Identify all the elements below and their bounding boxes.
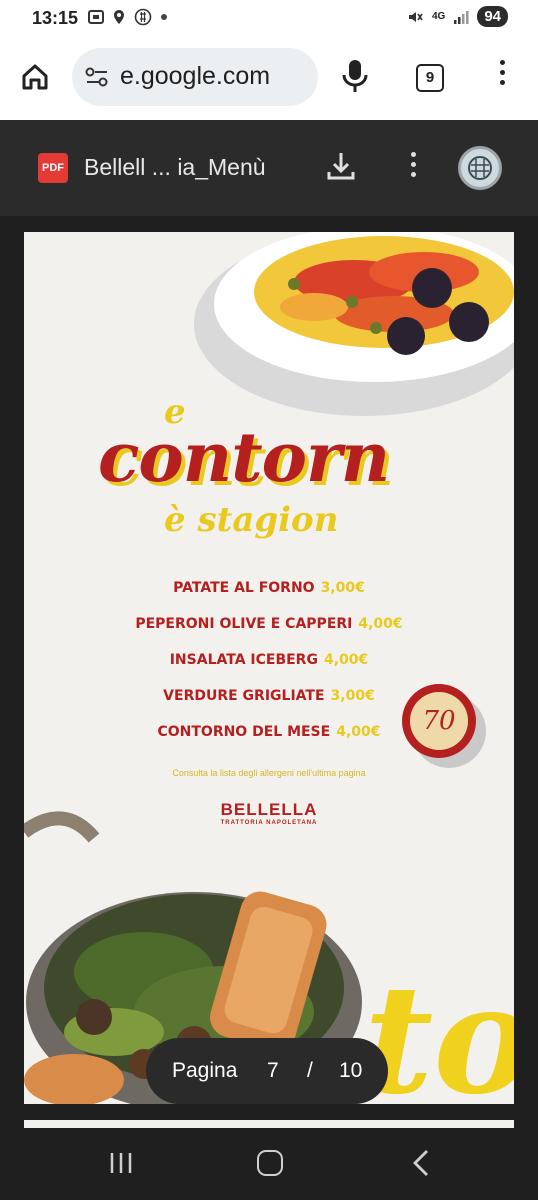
status-time: 13:15 — [32, 8, 79, 28]
allergen-note: Consulta la lista degli allergeni nell'u… — [172, 768, 366, 778]
status-bar: 13:15 4G 94 — [0, 0, 538, 36]
recents-button[interactable] — [108, 1150, 134, 1181]
voice-search-button[interactable] — [340, 58, 370, 101]
browser-menu-button[interactable] — [492, 60, 512, 94]
menu-heading: contorn — [98, 418, 390, 498]
download-button[interactable] — [326, 150, 356, 187]
system-home-button[interactable] — [257, 1150, 283, 1176]
page-indicator: Pagina 7 / 10 — [146, 1038, 388, 1104]
menu-item-price: 3,00€ — [320, 580, 365, 596]
pdf-page: e contorn è stagion PATATE AL FORNO 3,00€… — [24, 232, 514, 1104]
menu-item: INSALATA ICEBERG 4,00€ — [24, 652, 514, 688]
back-icon — [413, 1150, 428, 1176]
peppers-dish-image — [194, 232, 514, 416]
next-page-edge — [24, 1120, 514, 1128]
menu-item-name: INSALATA ICEBERG — [169, 652, 318, 668]
url-bar[interactable]: e.google.com — [72, 48, 318, 106]
menu-item-name: CONTORNO DEL MESE — [157, 724, 331, 740]
menu-item-name: PEPERONI OLIVE E CAPPERI — [135, 616, 353, 632]
pdf-more-options-button[interactable] — [403, 152, 423, 186]
pdf-file-icon: PDF — [38, 153, 68, 183]
hashtag-icon — [134, 8, 152, 26]
battery-indicator: 94 — [477, 6, 508, 27]
screenshot-icon — [88, 10, 104, 24]
network-label: 4G — [431, 11, 446, 22]
back-button[interactable] — [410, 1148, 432, 1183]
browser-toolbar: e.google.com 9 — [0, 36, 538, 120]
microphone-icon — [342, 60, 368, 92]
menu-item-price: 4,00€ — [336, 724, 381, 740]
screen: 13:15 4G 94 e.google.com 9 PDF Bellell .… — [0, 0, 538, 1200]
decorative-script-text: to — [364, 952, 514, 1104]
menu-item: PEPERONI OLIVE E CAPPERI 4,00€ — [24, 616, 514, 652]
menu-item-price: 4,00€ — [323, 652, 369, 668]
tombola-number-badge: 70 — [402, 684, 476, 758]
signal-icon — [454, 10, 469, 24]
page-separator: / — [307, 1059, 313, 1082]
menu-item-name: PATATE AL FORNO — [173, 580, 315, 596]
pdf-viewer[interactable]: e contorn è stagion PATATE AL FORNO 3,00€… — [0, 216, 538, 1128]
menu-item-name: VERDURE GRIGLIATE — [163, 688, 325, 704]
page-indicator-label: Pagina — [172, 1059, 238, 1082]
system-navigation-bar — [0, 1128, 538, 1200]
current-page-number: 7 — [267, 1059, 279, 1082]
status-system-icons: 4G 94 — [406, 6, 508, 27]
tombola-number: 70 — [410, 692, 468, 750]
menu-item-price: 3,00€ — [330, 688, 375, 704]
tab-switcher-button[interactable]: 9 — [416, 64, 444, 92]
site-settings-icon[interactable] — [84, 66, 110, 88]
total-pages: 10 — [339, 1059, 363, 1082]
document-title: Bellell ... ia_Menù — [84, 154, 266, 180]
location-icon — [114, 10, 124, 24]
menu-subheading: è stagion — [164, 500, 339, 540]
status-notification-icons — [88, 8, 168, 26]
menu-item: PATATE AL FORNO 3,00€ — [24, 580, 514, 616]
url-text: e.google.com — [120, 62, 271, 90]
avatar-logo-icon — [468, 156, 492, 180]
download-icon — [327, 153, 355, 180]
menu-item-price: 4,00€ — [358, 616, 403, 632]
home-button[interactable] — [18, 60, 52, 94]
mute-icon — [408, 11, 423, 22]
recents-icon — [110, 1153, 132, 1173]
account-avatar[interactable] — [458, 146, 502, 190]
pdf-toolbar: PDF Bellell ... ia_Menù — [0, 120, 538, 216]
notification-dot-icon — [161, 14, 167, 20]
home-icon — [22, 64, 48, 90]
